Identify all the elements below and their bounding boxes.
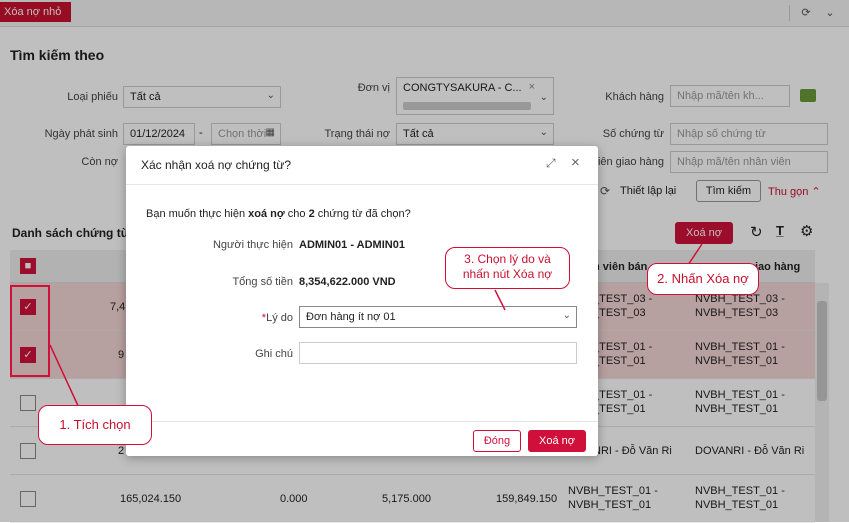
callout-click-delete: 2. Nhấn Xóa nợ	[647, 263, 759, 295]
callout-choose-reason: 3. Chọn lý do và nhấn nút Xóa nợ	[445, 247, 570, 289]
callout-tick: 1. Tích chọn	[38, 405, 152, 445]
